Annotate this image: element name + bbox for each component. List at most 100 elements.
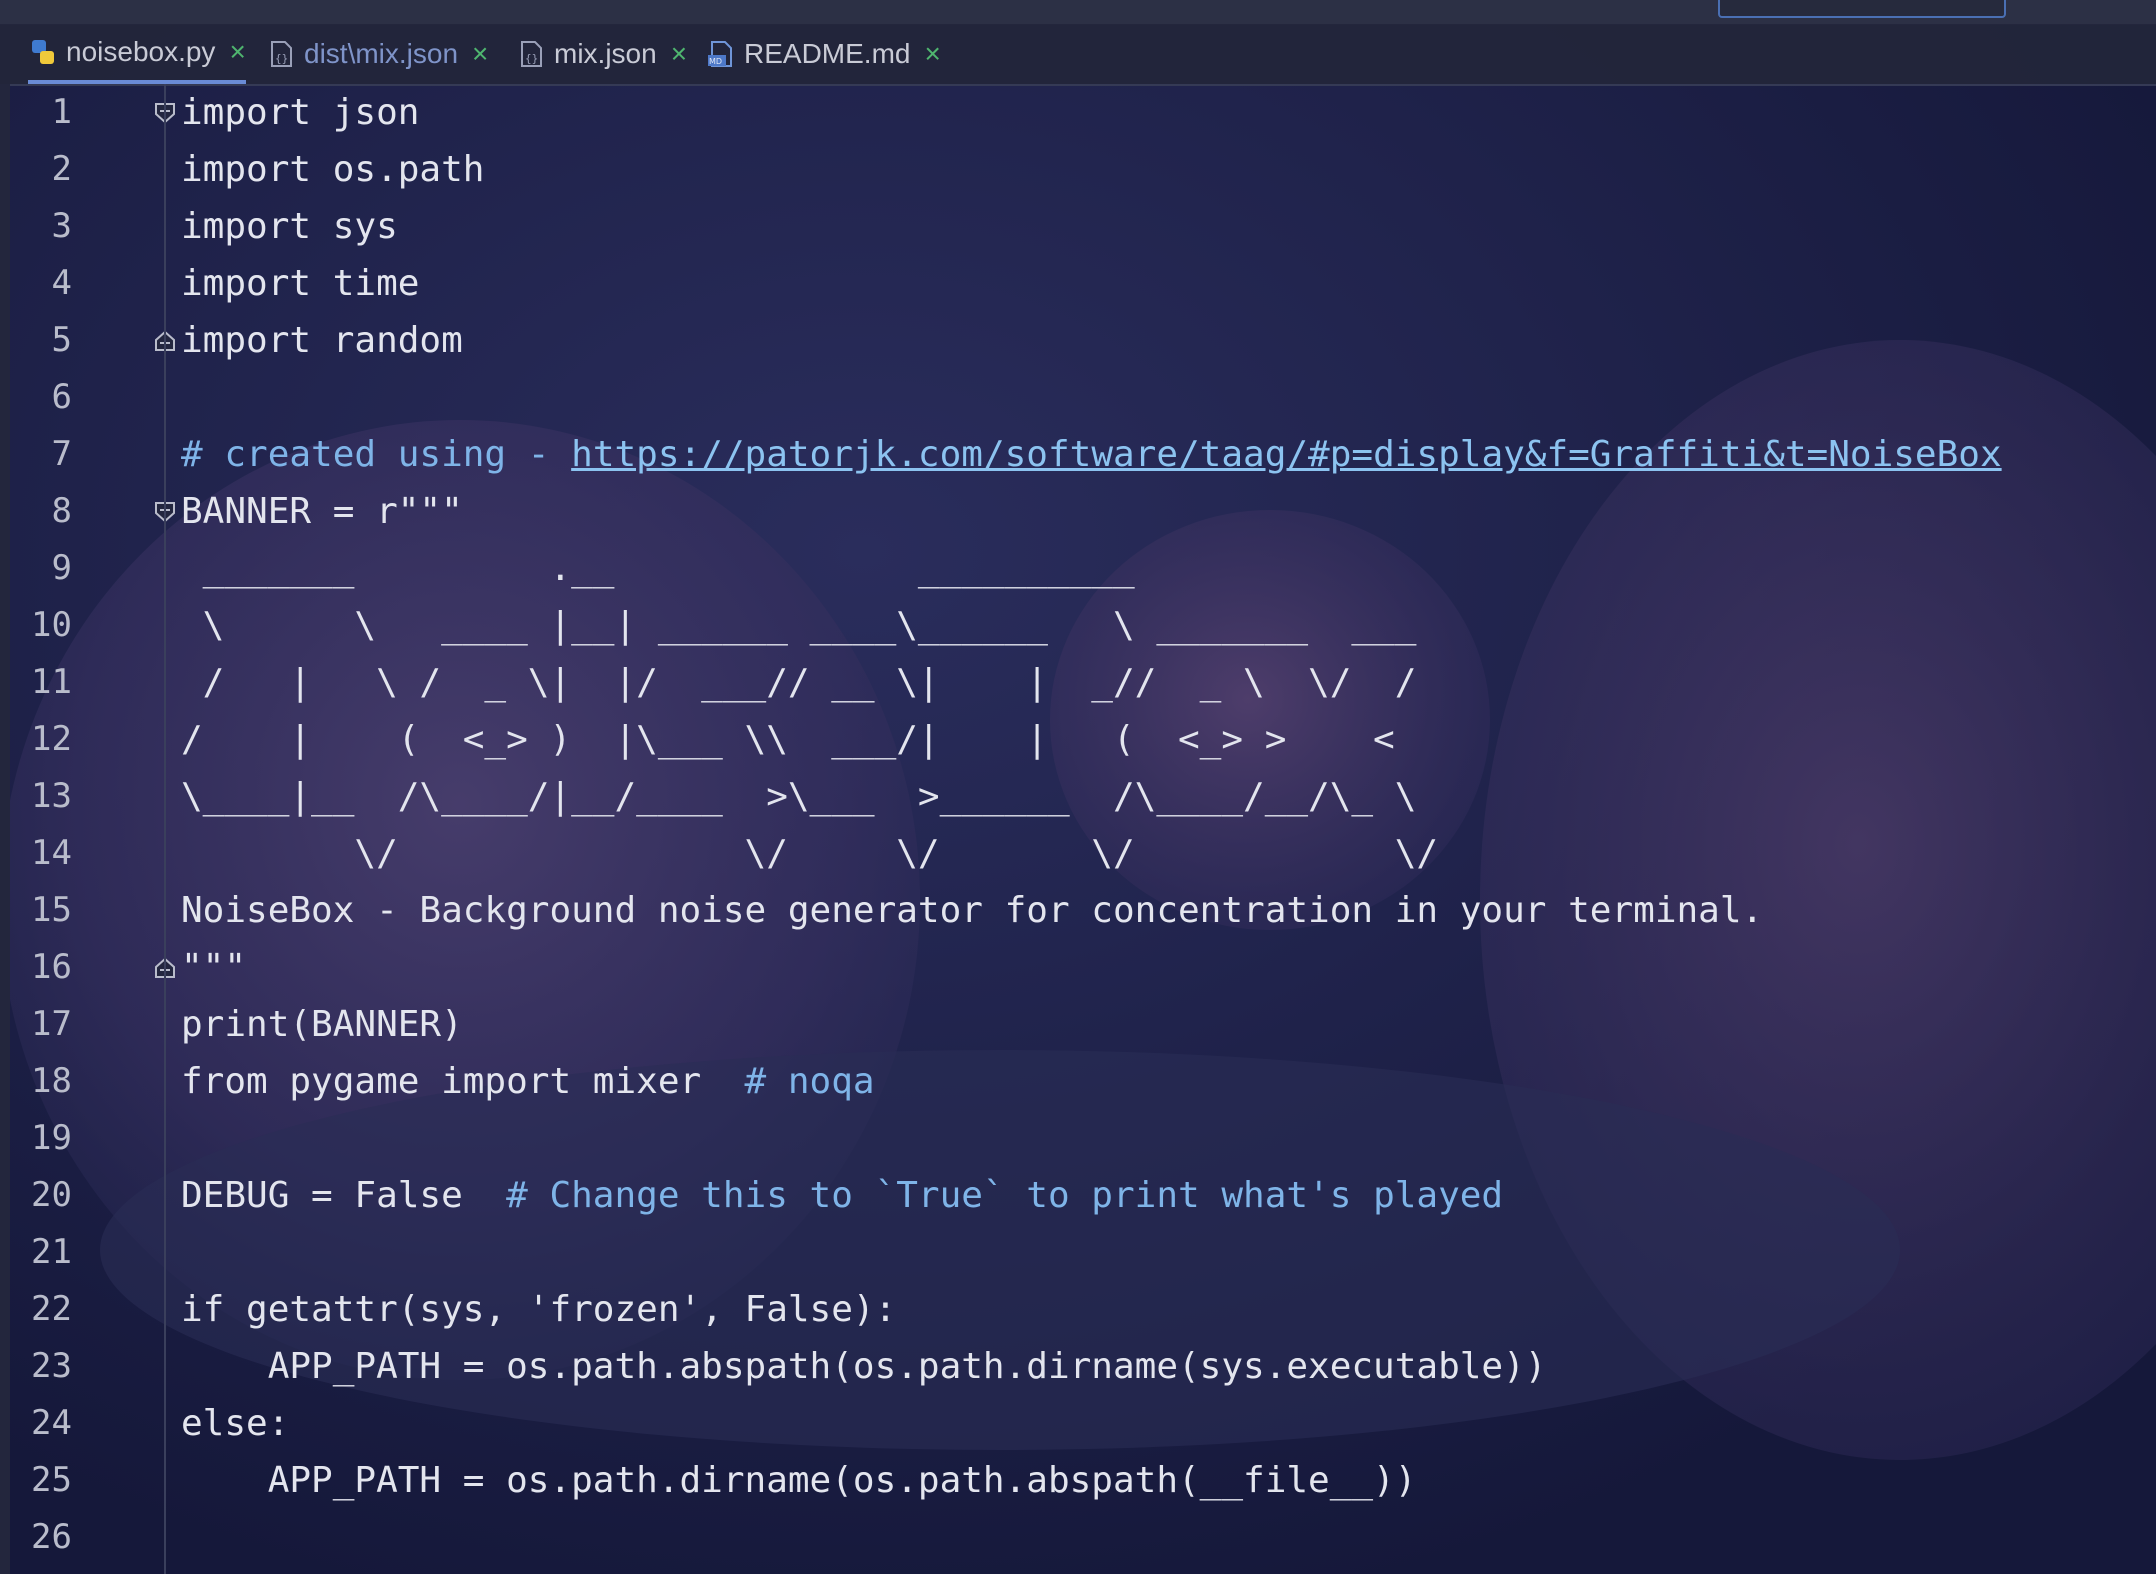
close-tab-icon[interactable]: × <box>924 40 940 68</box>
code-line[interactable]: 17 print(BANNER) <box>10 996 2156 1053</box>
line-number[interactable]: 21 <box>10 1224 72 1281</box>
code-segment: if getattr(sys, 'frozen', False): <box>181 1289 897 1330</box>
line-number[interactable]: 22 <box>10 1281 72 1338</box>
code-line[interactable]: 10 \ \ ____ |__| ______ ____\______ \ __… <box>10 597 2156 654</box>
code-text[interactable]: NoiseBox - Background noise generator fo… <box>181 882 1763 939</box>
comment-url-link[interactable]: https://patorjk.com/software/taag/#p=dis… <box>571 434 2001 475</box>
code-line[interactable]: 19 <box>10 1110 2156 1167</box>
search-everywhere-input[interactable] <box>1718 0 2006 18</box>
code-line[interactable]: 15 NoiseBox - Background noise generator … <box>10 882 2156 939</box>
code-text[interactable]: \/ \/ \/ \/ \/ <box>181 825 1438 882</box>
code-line[interactable]: 3 import sys <box>10 198 2156 255</box>
code-line[interactable]: 8 BANNER = r""" <box>10 483 2156 540</box>
code-text[interactable]: """ <box>181 939 246 996</box>
line-number[interactable]: 4 <box>10 255 72 312</box>
code-text[interactable]: import random <box>181 312 463 369</box>
code-text[interactable]: / | \ / _ \| |/ ___// __ \| | _// _ \ \/… <box>181 654 1417 711</box>
line-number[interactable]: 19 <box>10 1110 72 1167</box>
line-number[interactable]: 2 <box>10 141 72 198</box>
code-text[interactable]: # created using - https://patorjk.com/so… <box>181 426 2002 483</box>
editor-tab-bar: noisebox.py × {} dist\mix.json × {} mix.… <box>0 24 2156 86</box>
code-line[interactable]: 4 import time <box>10 255 2156 312</box>
code-line[interactable]: 16 """ <box>10 939 2156 996</box>
code-line[interactable]: 22 if getattr(sys, 'frozen', False): <box>10 1281 2156 1338</box>
code-line[interactable]: 23 APP_PATH = os.path.abspath(os.path.di… <box>10 1338 2156 1395</box>
line-number[interactable]: 9 <box>10 540 72 597</box>
line-number[interactable]: 10 <box>10 597 72 654</box>
code-text[interactable]: \ \ ____ |__| ______ ____\______ \ _____… <box>181 597 1417 654</box>
code-line[interactable]: 13 \____|__ /\____/|__/____ >\___ >______… <box>10 768 2156 825</box>
code-comment: # noqa <box>744 1061 875 1102</box>
tab-label: noisebox.py <box>66 36 216 67</box>
code-text[interactable]: print(BANNER) <box>181 996 463 1053</box>
line-number[interactable]: 16 <box>10 939 72 996</box>
tab-readme-md[interactable]: MD README.md × <box>706 24 941 84</box>
code-line[interactable]: 24 else: <box>10 1395 2156 1452</box>
code-line[interactable]: 6 <box>10 369 2156 426</box>
code-line[interactable]: 25 APP_PATH = os.path.dirname(os.path.ab… <box>10 1452 2156 1509</box>
line-number[interactable]: 3 <box>10 198 72 255</box>
code-text[interactable]: _______ .__ __________ <box>181 540 1135 597</box>
code-text[interactable]: import sys <box>181 198 398 255</box>
code-line[interactable]: 14 \/ \/ \/ \/ \/ <box>10 825 2156 882</box>
svg-text:{}: {} <box>525 52 538 65</box>
code-line[interactable]: 12 / | ( <_> ) |\___ \\ ___/| | ( <_> > < <box>10 711 2156 768</box>
code-line[interactable]: 21 <box>10 1224 2156 1281</box>
code-segment: / | \ / _ \| |/ ___// __ \| | _// _ \ \/… <box>181 662 1417 703</box>
code-text[interactable]: DEBUG = False # Change this to `True` to… <box>181 1167 1503 1224</box>
code-line[interactable]: 18 from pygame import mixer # noqa <box>10 1053 2156 1110</box>
code-comment: # created using - <box>181 434 572 475</box>
tab-noisebox-py[interactable]: noisebox.py × <box>28 24 246 84</box>
code-text[interactable]: if getattr(sys, 'frozen', False): <box>181 1281 896 1338</box>
svg-text:MD: MD <box>709 57 722 66</box>
python-file-icon <box>32 40 54 64</box>
code-line[interactable]: 9 _______ .__ __________ <box>10 540 2156 597</box>
code-line[interactable]: 26 <box>10 1509 2156 1566</box>
line-number[interactable]: 18 <box>10 1053 72 1110</box>
tab-dist-mix-json[interactable]: {} dist\mix.json × <box>266 24 488 84</box>
code-text[interactable]: APP_PATH = os.path.dirname(os.path.abspa… <box>181 1452 1417 1509</box>
line-number[interactable]: 23 <box>10 1338 72 1395</box>
code-line[interactable]: 20 DEBUG = False # Change this to `True` … <box>10 1167 2156 1224</box>
line-number[interactable]: 25 <box>10 1452 72 1509</box>
code-text[interactable]: BANNER = r""" <box>181 483 463 540</box>
line-number[interactable]: 6 <box>10 369 72 426</box>
code-text[interactable]: APP_PATH = os.path.abspath(os.path.dirna… <box>181 1338 1547 1395</box>
code-text[interactable]: from pygame import mixer # noqa <box>181 1053 875 1110</box>
code-text[interactable]: \____|__ /\____/|__/____ >\___ >______ /… <box>181 768 1416 825</box>
line-number[interactable]: 12 <box>10 711 72 768</box>
code-segment: APP_PATH = os.path.abspath(os.path.dirna… <box>181 1346 1547 1387</box>
code-text[interactable]: / | ( <_> ) |\___ \\ ___/| | ( <_> > < <box>181 711 1395 768</box>
code-text[interactable]: import time <box>181 255 419 312</box>
line-number[interactable]: 17 <box>10 996 72 1053</box>
close-tab-icon[interactable]: × <box>671 40 687 68</box>
code-text[interactable]: else: <box>181 1395 289 1452</box>
line-number[interactable]: 7 <box>10 426 72 483</box>
code-segment: \ \ ____ |__| ______ ____\______ \ _____… <box>181 605 1417 646</box>
code-line[interactable]: 1 import json <box>10 84 2156 141</box>
code-line[interactable]: 2 import os.path <box>10 141 2156 198</box>
code-text[interactable]: import os.path <box>181 141 484 198</box>
code-line[interactable]: 7 # created using - https://patorjk.com/s… <box>10 426 2156 483</box>
code-line[interactable]: 11 / | \ / _ \| |/ ___// __ \| | _// _ \… <box>10 654 2156 711</box>
line-number[interactable]: 24 <box>10 1395 72 1452</box>
json-file-icon: {} <box>271 41 292 67</box>
close-tab-icon[interactable]: × <box>472 40 488 68</box>
code-editor[interactable]: 1 import json 2 import os.path 3 import sys 4 i… <box>10 84 2156 1574</box>
line-number[interactable]: 20 <box>10 1167 72 1224</box>
code-segment: APP_PATH = os.path.dirname(os.path.abspa… <box>181 1460 1417 1501</box>
code-comment: # Change this to `True` to print what's … <box>506 1175 1504 1216</box>
line-number[interactable]: 15 <box>10 882 72 939</box>
code-text[interactable]: import json <box>181 84 419 141</box>
tab-mix-json[interactable]: {} mix.json × <box>516 24 687 84</box>
line-number[interactable]: 5 <box>10 312 72 369</box>
code-segment: import time <box>181 263 420 304</box>
line-number[interactable]: 26 <box>10 1509 72 1566</box>
line-number[interactable]: 14 <box>10 825 72 882</box>
line-number[interactable]: 13 <box>10 768 72 825</box>
line-number[interactable]: 1 <box>10 84 72 141</box>
line-number[interactable]: 8 <box>10 483 72 540</box>
close-tab-icon[interactable]: × <box>229 38 245 66</box>
line-number[interactable]: 11 <box>10 654 72 711</box>
code-line[interactable]: 5 import random <box>10 312 2156 369</box>
